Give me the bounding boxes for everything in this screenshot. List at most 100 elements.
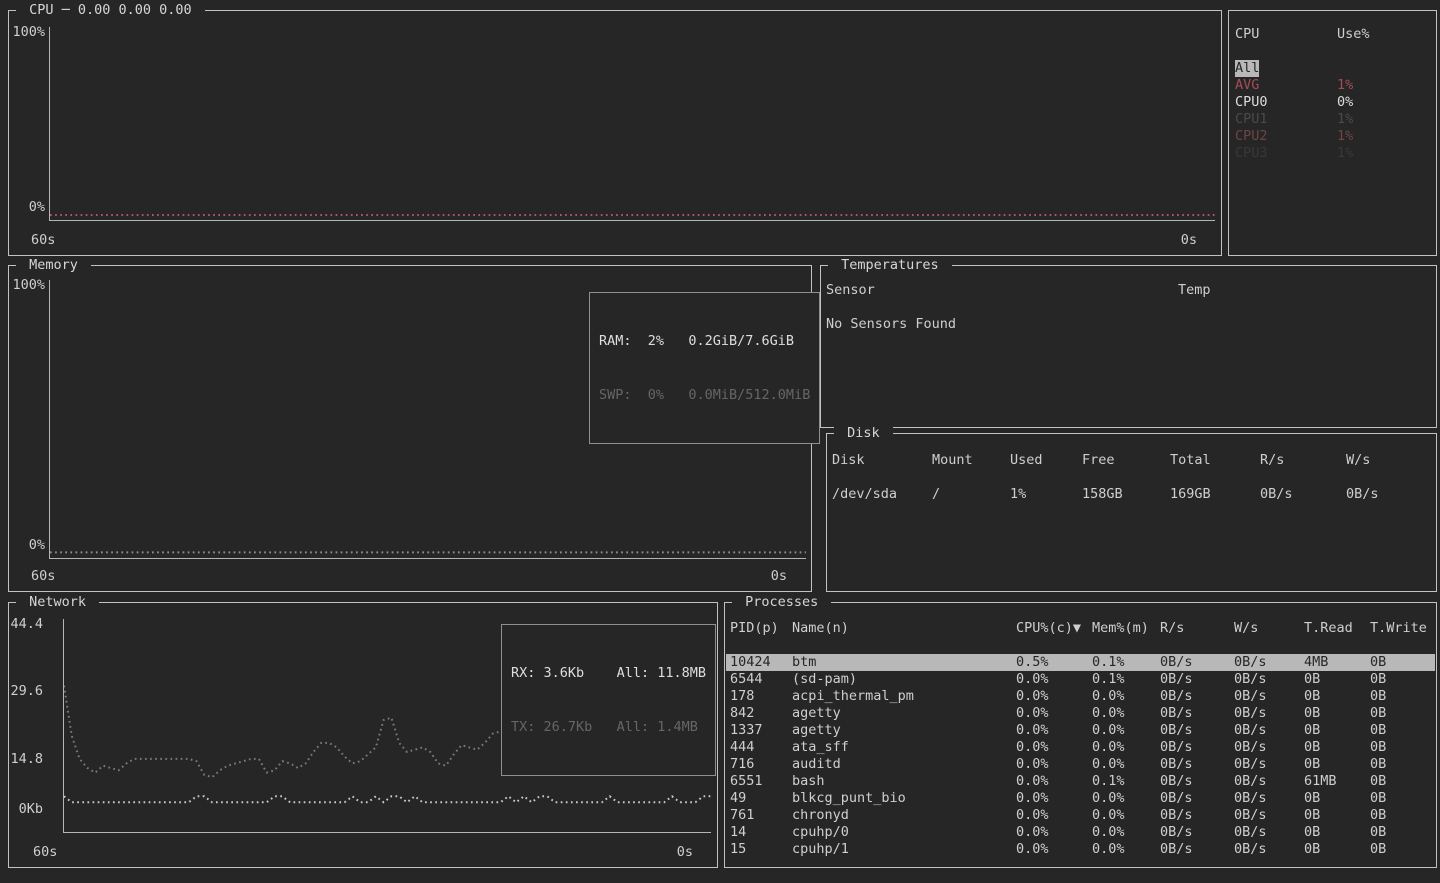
- table-cell: 4MB: [1304, 654, 1370, 671]
- table-cell: btm: [792, 654, 1016, 671]
- network-ytick-1: 29.6: [0, 683, 43, 699]
- table-cell: 842: [730, 705, 792, 722]
- memory-chart-panel: Memory 100% 0% RAM: 2% 0.2GiB/7.6GiB SWP…: [8, 265, 812, 592]
- temp-header-temp: Temp: [1178, 282, 1211, 299]
- table-cell: 15: [730, 841, 792, 858]
- table-cell: 0B/s: [1160, 671, 1234, 688]
- table-cell: 0B/s: [1160, 790, 1234, 807]
- table-cell: W/s: [1346, 452, 1433, 469]
- table-cell: Disk: [832, 452, 932, 469]
- table-cell: 0B/s: [1160, 756, 1234, 773]
- cpu-legend-row-value: 1%: [1337, 128, 1353, 145]
- table-cell: 0B/s: [1160, 807, 1234, 824]
- process-row[interactable]: 444ata_sff0.0%0.0%0B/s0B/s0B0B: [726, 739, 1435, 756]
- table-cell: 0B/s: [1260, 486, 1346, 503]
- process-row[interactable]: 842agetty0.0%0.0%0B/s0B/s0B0B: [726, 705, 1435, 722]
- cpu-legend-row-value: 1%: [1337, 145, 1353, 162]
- table-cell: 0.0%: [1092, 739, 1160, 756]
- table-cell: 0B/s: [1234, 841, 1304, 858]
- cpu-legend-row-value: 0%: [1337, 94, 1353, 111]
- table-cell: agetty: [792, 722, 1016, 739]
- table-cell: 0.0%: [1092, 722, 1160, 739]
- table-cell: 0B/s: [1234, 688, 1304, 705]
- table-cell: 0B/s: [1160, 722, 1234, 739]
- table-cell: 1%: [1010, 486, 1082, 503]
- table-cell: T.Read: [1304, 620, 1370, 637]
- network-legend-box: RX: 3.6Kb All: 11.8MB TX: 26.7Kb All: 1.…: [501, 624, 716, 776]
- table-cell: 0B: [1370, 722, 1435, 739]
- table-cell: Total: [1170, 452, 1260, 469]
- cpu-legend-row-label: CPU1: [1235, 111, 1268, 128]
- process-row[interactable]: 6544(sd-pam)0.0%0.1%0B/s0B/s0B0B: [726, 671, 1435, 688]
- table-cell: 0B/s: [1234, 756, 1304, 773]
- cpu-y-min-label: 0%: [0, 199, 45, 215]
- table-cell: 0B/s: [1160, 654, 1234, 671]
- table-cell: agetty: [792, 705, 1016, 722]
- cpu-legend-row[interactable]: AVG1%: [1235, 77, 1430, 94]
- process-row[interactable]: 14cpuhp/00.0%0.0%0B/s0B/s0B0B: [726, 824, 1435, 841]
- memory-y-max-label: 100%: [0, 277, 45, 293]
- cpu-legend-rows: AllAVG1%CPU0 0% CPU1 1%CPU21%CPU31%: [1235, 60, 1430, 162]
- table-cell: chronyd: [792, 807, 1016, 824]
- process-row[interactable]: 716auditd0.0%0.0%0B/s0B/s0B0B: [726, 756, 1435, 773]
- table-cell: 0B: [1370, 841, 1435, 858]
- cpu-legend-row[interactable]: CPU0 0%: [1235, 94, 1430, 111]
- cpu-usage-chart: [49, 27, 1215, 221]
- table-cell: 0.0%: [1016, 739, 1092, 756]
- table-cell: cpuhp/0: [792, 824, 1016, 841]
- cpu-legend-row[interactable]: CPU21%: [1235, 128, 1430, 145]
- temperatures-panel-title: Temperatures: [828, 257, 952, 273]
- network-x-left-label: 60s: [33, 844, 57, 860]
- table-cell: 716: [730, 756, 792, 773]
- cpu-y-max-label: 100%: [0, 24, 45, 40]
- disk-table-header: DiskMountUsedFreeTotalR/sW/s: [832, 452, 1433, 469]
- tx-readout: TX: 26.7Kb All: 1.4MB: [511, 718, 706, 736]
- cpu-legend-row-label: CPU0: [1235, 94, 1268, 111]
- table-cell: 0.0%: [1092, 807, 1160, 824]
- processes-table-header: PID(p)Name(n)CPU%(c)▼Mem%(m)R/sW/sT.Read…: [726, 620, 1435, 637]
- table-cell: 0B/s: [1234, 824, 1304, 841]
- network-x-right-label: 0s: [677, 844, 693, 860]
- cpu-legend-header-cpu: CPU: [1235, 26, 1259, 42]
- table-cell: 0B: [1370, 773, 1435, 790]
- network-chart-panel: Network 44.4 29.6 14.8 0Kb RX: 3.6Kb All…: [8, 602, 718, 868]
- table-cell: 0B/s: [1234, 722, 1304, 739]
- table-cell: 0.0%: [1092, 841, 1160, 858]
- cpu-legend-row[interactable]: CPU31%: [1235, 145, 1430, 162]
- temperatures-panel: Temperatures Sensor Temp No Sensors Foun…: [820, 265, 1437, 428]
- process-row[interactable]: 761chronyd0.0%0.0%0B/s0B/s0B0B: [726, 807, 1435, 824]
- process-row[interactable]: 10424btm0.5%0.1%0B/s0B/s4MB0B: [726, 654, 1435, 671]
- table-cell: 0B/s: [1234, 773, 1304, 790]
- table-cell: 0.0%: [1092, 824, 1160, 841]
- table-cell: 0.0%: [1016, 807, 1092, 824]
- table-cell: 0B/s: [1234, 671, 1304, 688]
- table-cell: 0.0%: [1092, 705, 1160, 722]
- table-cell: 6544: [730, 671, 792, 688]
- cpu-legend-row-value: 1%: [1337, 111, 1353, 128]
- process-row[interactable]: 178acpi_thermal_pm0.0%0.0%0B/s0B/s0B0B: [726, 688, 1435, 705]
- process-row[interactable]: 49blkcg_punt_bio0.0%0.0%0B/s0B/s0B0B: [726, 790, 1435, 807]
- table-cell: 0B: [1370, 739, 1435, 756]
- table-cell: PID(p): [730, 620, 792, 637]
- process-row[interactable]: 15cpuhp/10.0%0.0%0B/s0B/s0B0B: [726, 841, 1435, 858]
- cpu-legend-row[interactable]: All: [1235, 60, 1430, 77]
- process-row[interactable]: 6551bash0.0%0.1%0B/s0B/s61MB0B: [726, 773, 1435, 790]
- table-cell: 0B/s: [1160, 688, 1234, 705]
- table-cell: 0B: [1304, 824, 1370, 841]
- table-cell: Name(n): [792, 620, 1016, 637]
- table-cell: 0B: [1304, 671, 1370, 688]
- table-cell: W/s: [1234, 620, 1304, 637]
- table-cell: 0.0%: [1016, 756, 1092, 773]
- cpu-x-left-label: 60s: [31, 232, 55, 248]
- table-cell: CPU%(c)▼: [1016, 620, 1092, 637]
- table-cell: 0B/s: [1160, 773, 1234, 790]
- table-cell: 0B: [1370, 705, 1435, 722]
- table-cell: 61MB: [1304, 773, 1370, 790]
- table-cell: 0B/s: [1346, 486, 1433, 503]
- process-row[interactable]: 1337agetty0.0%0.0%0B/s0B/s0B0B: [726, 722, 1435, 739]
- swap-usage-readout: SWP: 0% 0.0MiB/512.0MiB: [599, 386, 810, 404]
- table-cell: 444: [730, 739, 792, 756]
- cpu-legend-row[interactable]: CPU1 1%: [1235, 111, 1430, 128]
- disk-table-row[interactable]: /dev/sda/1%158GB169GB0B/s0B/s: [832, 486, 1433, 503]
- table-cell: 0B/s: [1160, 739, 1234, 756]
